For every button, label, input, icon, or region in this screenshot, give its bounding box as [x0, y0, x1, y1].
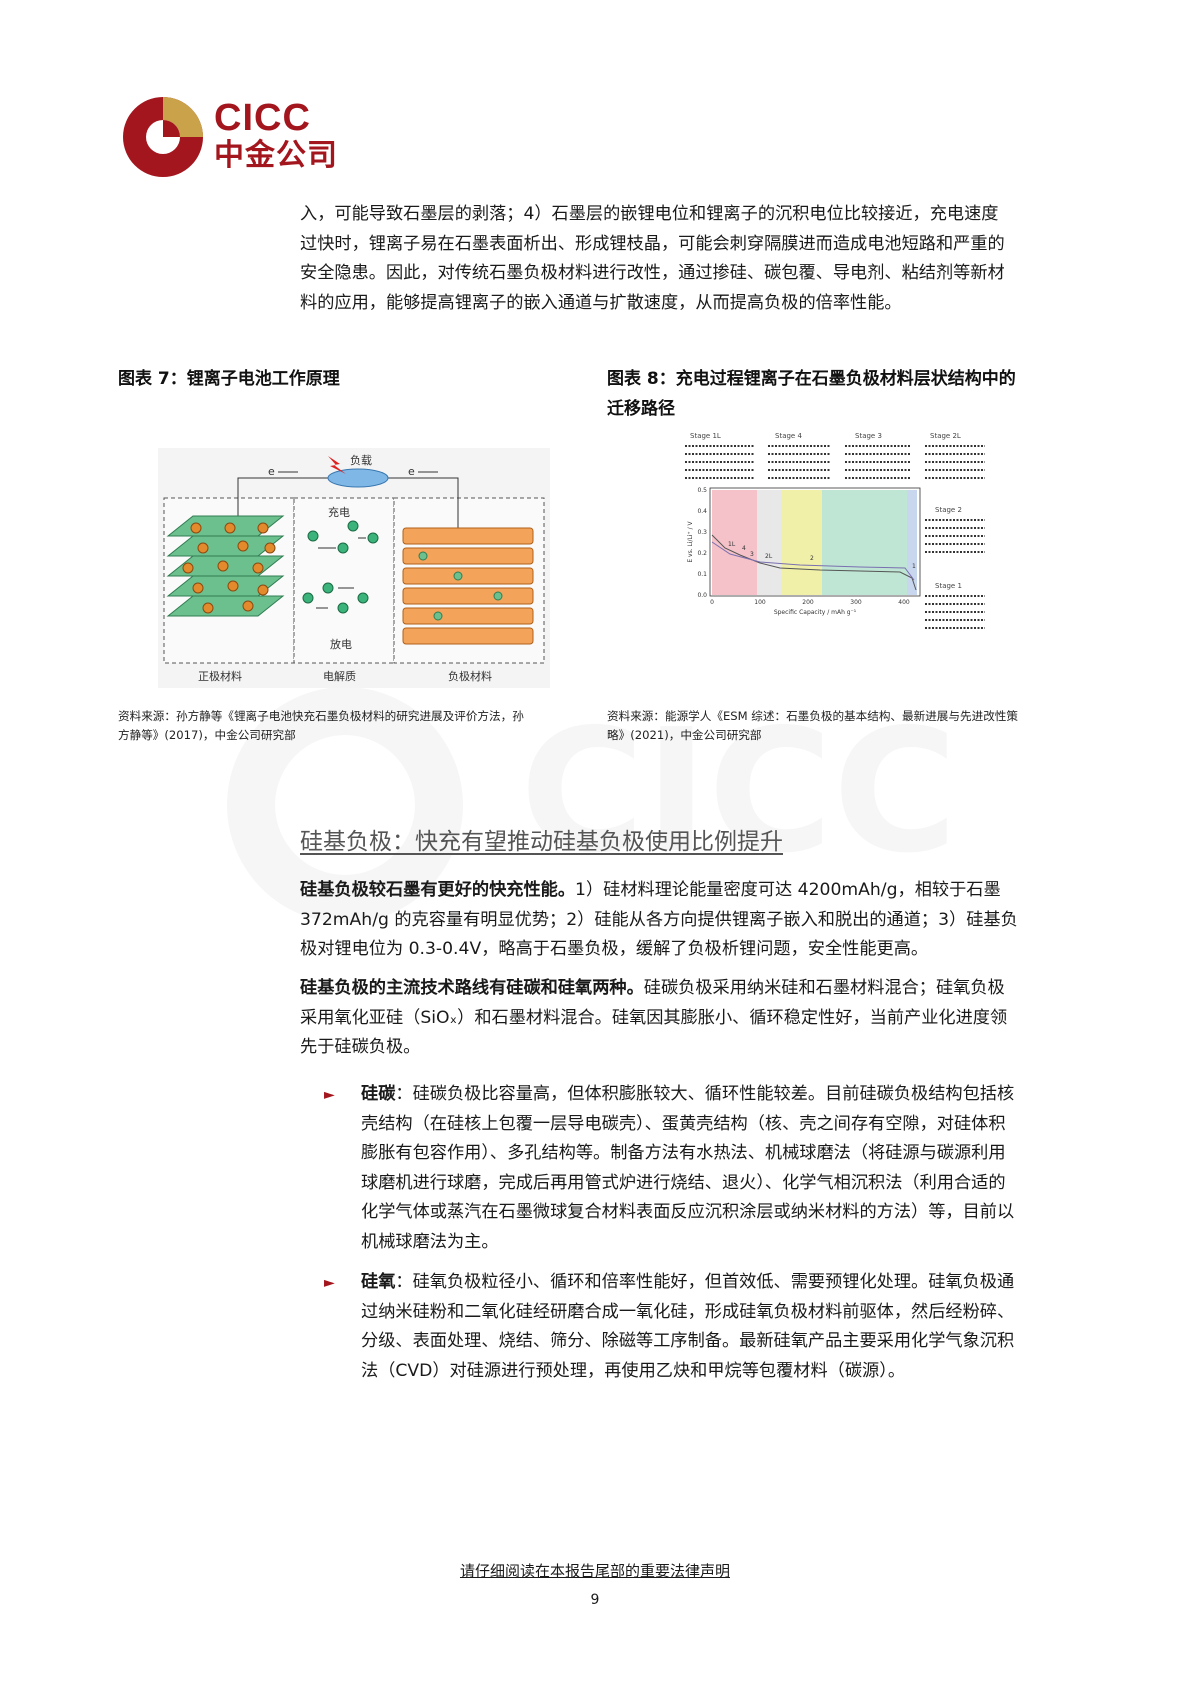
x-tick: 400	[898, 599, 910, 606]
bullet1-line: 壳结构（在硅核上包覆一层导电碳壳）、蛋黄壳结构（核、壳之间存有空隙，对硅体积	[361, 1113, 1006, 1134]
paragraph-tech-routes: 硅基负极的主流技术路线有硅碳和硅氧两种。硅碳负极采用纳米硅和石墨材料混合；硅氧负…	[300, 974, 1088, 1063]
source-line: 资料来源：孙方静等《锂离子电池快充石墨负极材料的研究进展及评价方法，孙	[118, 709, 524, 723]
curve-label: 4	[742, 545, 746, 552]
stage-label: Stage 2L	[930, 432, 961, 440]
p2-line: 先于硅碳负极。	[300, 1037, 421, 1057]
x-tick: 100	[754, 599, 766, 606]
curve-label: 3	[750, 551, 754, 558]
y-tick: 0.0	[697, 592, 707, 599]
stage-label: Stage 2	[935, 506, 962, 514]
y-axis-label: E vs. Li/Li⁺ / V	[687, 520, 694, 562]
figure8-staging-chart: Stage 1L Stage 4 Stage 3 Stage 2L Stage …	[685, 432, 985, 629]
curve-label: 1	[912, 563, 916, 570]
x-axis-label: Specific Capacity / mAh g⁻¹	[774, 609, 857, 616]
figure8-source: 资料来源：能源学人《ESM 综述：石墨负极的基本结构、最新进展与先进改性策 略》…	[607, 707, 1077, 745]
intro-line: 料的应用，能够提高锂离子的嵌入通道与扩散速度，从而提高负极的倍率性能。	[300, 292, 902, 313]
y-tick: 0.4	[697, 508, 707, 515]
figure7-title: 图表 7：锂离子电池工作原理	[118, 369, 340, 389]
label-discharge: 放电	[330, 637, 352, 651]
bullet-arrow-icon: ►	[324, 1087, 335, 1103]
bullet2-line: ：硅氧负极粒径小、循环和倍率性能好，但首效低、需要预锂化处理。硅氧负极通	[395, 1272, 1015, 1292]
voltage-plot: 1L 4 3 2L 2 1 0.5 0.4 0.3 0.2 0.1 0.0 0 …	[687, 487, 921, 616]
p1-line: 372mAh/g 的克容量有明显优势；2）硅能从各方向提供锂离子嵌入和脱出的通道…	[300, 909, 1018, 930]
logo-text-cn: 中金公司	[214, 138, 338, 173]
label-electrolyte: 电解质	[323, 669, 356, 683]
label-anode: 负极材料	[448, 669, 492, 683]
curve-label: 2L	[765, 553, 773, 560]
figure7-battery-diagram: 负载 e e 充电 放电 正极材料 电解质 负极材料	[158, 448, 550, 688]
bullet-silicon-carbon: 硅碳：硅碳负极比容量高，但体积膨胀较大、循环性能较差。目前硅碳负极结构包括核 壳…	[361, 1080, 1089, 1257]
source-line: 方静等》(2017)，中金公司研究部	[118, 728, 296, 742]
p1-line: 极对锂电位为 0.3-0.4V，略高于石墨负极，缓解了负极析锂问题，安全性能更高…	[300, 939, 929, 959]
load-icon	[327, 468, 389, 488]
label-charge: 充电	[328, 505, 350, 519]
stage-label: Stage 1	[935, 582, 962, 590]
intro-line: 过快时，锂离子易在石墨表面析出、形成锂枝晶，可能会刺穿隔膜进而造成电池短路和严重…	[300, 233, 1005, 254]
bullet-silicon-oxygen: 硅氧：硅氧负极粒径小、循环和倍率性能好，但首效低、需要预锂化处理。硅氧负极通 过…	[361, 1268, 1089, 1386]
legal-notice: 请仔细阅读在本报告尾部的重要法律声明	[0, 1560, 1190, 1582]
y-tick: 0.2	[697, 550, 707, 557]
p2-text: 硅碳负极采用纳米硅和石墨材料混合；硅氧负极	[643, 978, 1005, 998]
intro-line: 入，可能导致石墨层的剥落；4）石墨层的嵌锂电位和锂离子的沉积电位比较接近，充电速…	[300, 204, 999, 224]
bullet1-line: 机械球磨法为主。	[361, 1231, 499, 1252]
y-tick: 0.1	[697, 571, 707, 578]
p2-lead: 硅基负极的主流技术路线有硅碳和硅氧两种。	[300, 978, 644, 998]
legal-notice-link[interactable]: 请仔细阅读在本报告尾部的重要法律声明	[460, 1562, 730, 1580]
x-tick: 200	[802, 599, 814, 606]
y-tick: 0.3	[697, 529, 707, 536]
stage-label: Stage 1L	[690, 432, 721, 440]
p1-text: 1）硅材料理论能量密度可达 4200mAh/g，相较于石墨	[575, 880, 1001, 900]
p1-lead: 硅基负极较石墨有更好的快充性能。	[300, 880, 576, 900]
curve-label: 1L	[728, 541, 736, 548]
source-line: 略》(2021)，中金公司研究部	[607, 728, 762, 742]
p2-line: 采用氧化亚硅（SiOₓ）和石墨材料混合。硅氧因其膨胀小、循环稳定性好，当前产业化…	[300, 1007, 1008, 1028]
bullet1-line: 化学气体或蒸汽在石墨微球复合材料表面反应沉积涂层或纳米材料的方法）等，目前以	[361, 1202, 1015, 1222]
y-tick: 0.5	[697, 487, 707, 494]
bullet1-lead: 硅碳	[361, 1084, 396, 1104]
label-cathode: 正极材料	[198, 669, 242, 683]
figure8-title-line: 图表 8：充电过程锂离子在石墨负极材料层状结构中的	[607, 369, 1016, 389]
bullet2-line: 过纳米硅粉和二氧化硅经研磨合成一氧化硅，形成硅氧负极材料前驱体，然后经粉碎、	[361, 1301, 1015, 1322]
bullet1-line: 膨胀有包容作用）、多孔结构等。制备方法有水热法、机械球磨法（将硅源与碳源利用	[361, 1143, 1006, 1163]
x-tick: 0	[710, 599, 714, 606]
figure8-title: 图表 8：充电过程锂离子在石墨负极材料层状结构中的 迁移路径	[607, 364, 1077, 424]
section-heading: 硅基负极：快充有望推动硅基负极使用比例提升	[300, 829, 783, 855]
bullet1-line: ：硅碳负极比容量高，但体积膨胀较大、循环性能较差。目前硅碳负极结构包括核	[395, 1084, 1015, 1104]
bullet2-line: 分级、表面处理、烧结、筛分、除磁等工序制备。最新硅氧产品主要采用化学气象沉积	[361, 1331, 1015, 1351]
company-logo: CICC 中金公司	[122, 96, 342, 178]
source-line: 资料来源：能源学人《ESM 综述：石墨负极的基本结构、最新进展与先进改性策	[607, 709, 1018, 723]
label-load: 负载	[350, 453, 372, 467]
x-tick: 300	[850, 599, 862, 606]
bullet2-lead: 硅氧	[361, 1272, 396, 1292]
intro-paragraph: 入，可能导致石墨层的剥落；4）石墨层的嵌锂电位和锂离子的沉积电位比较接近，充电速…	[300, 200, 1088, 318]
cicc-logo-icon	[123, 97, 203, 177]
label-e-left: e	[268, 465, 275, 478]
page-number: 9	[590, 1592, 600, 1608]
stage-label: Stage 3	[855, 432, 882, 440]
figure8-title-line: 迁移路径	[607, 399, 675, 419]
intro-line: 安全隐患。因此，对传统石墨负极材料进行改性，通过掺硅、碳包覆、导电剂、粘结剂等新…	[300, 263, 1005, 283]
stage-label: Stage 4	[775, 432, 802, 440]
bullet1-line: 球磨机进行球磨，完成后再用管式炉进行烧结、退火）、化学气相沉积法（利用合适的	[361, 1172, 1006, 1193]
curve-label: 2	[810, 555, 814, 562]
bullet-arrow-icon: ►	[324, 1275, 335, 1291]
bullet2-line: 法（CVD）对硅源进行预处理，再使用乙炔和甲烷等包覆材料（碳源）。	[361, 1360, 906, 1381]
figure7-source: 资料来源：孙方静等《锂离子电池快充石墨负极材料的研究进展及评价方法，孙 方静等》…	[118, 707, 588, 745]
label-e-right: e	[408, 465, 415, 478]
logo-text-en: CICC	[214, 97, 311, 139]
paragraph-silicon-fast-charge: 硅基负极较石墨有更好的快充性能。1）硅材料理论能量密度可达 4200mAh/g，…	[300, 876, 1088, 965]
